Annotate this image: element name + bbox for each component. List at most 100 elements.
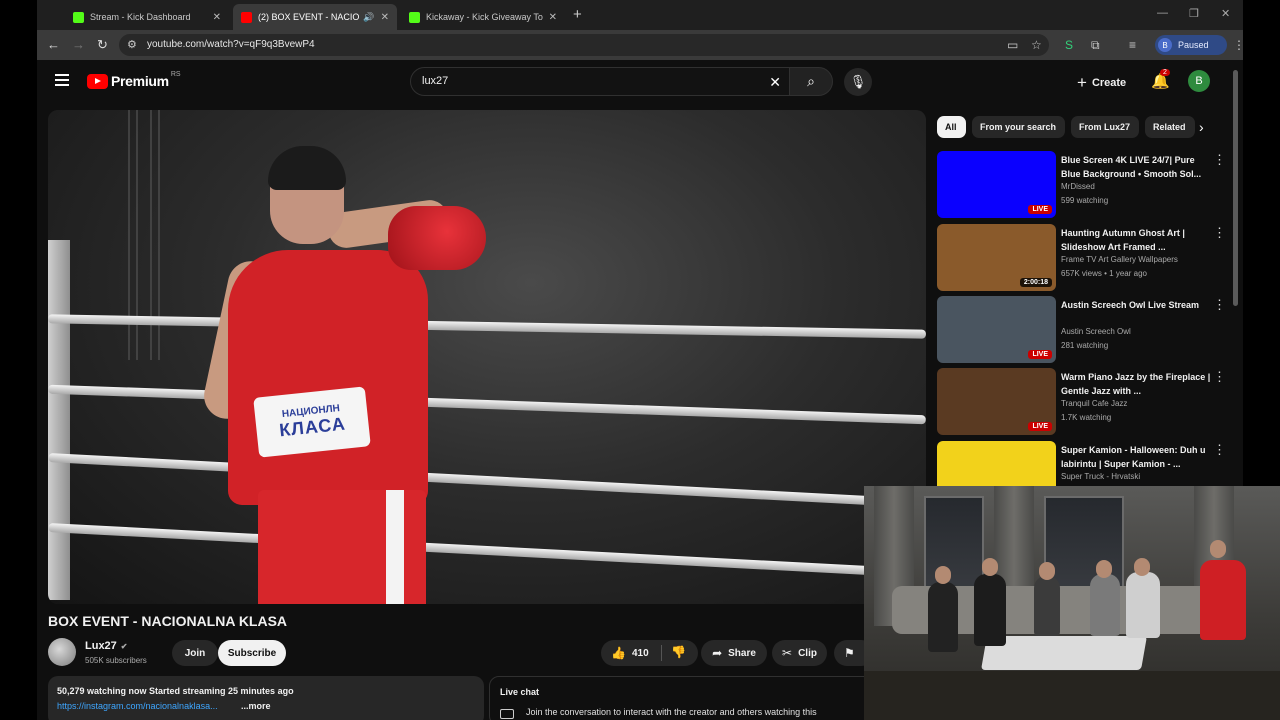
create-button[interactable]: + Create — [1077, 73, 1126, 93]
clear-search-icon[interactable]: ✕ — [769, 74, 781, 91]
person-head — [935, 566, 951, 584]
chat-icon — [500, 709, 514, 719]
ring-post — [48, 240, 70, 600]
minimize-icon[interactable]: — — [1157, 7, 1168, 19]
reload-icon[interactable]: ↻ — [97, 37, 108, 53]
recommended-video-title[interactable]: Haunting Autumn Ghost Art | Slideshow Ar… — [1061, 226, 1211, 254]
boxing-glove — [388, 206, 486, 270]
close-tab-icon[interactable]: ✕ — [549, 12, 557, 23]
plus-icon: + — [1077, 73, 1087, 92]
chevron-right-icon[interactable]: › — [1199, 119, 1204, 135]
recommended-video-channel[interactable]: Austin Screech Owl — [1061, 327, 1131, 336]
clip-button[interactable]: ✂ Clip — [772, 640, 827, 666]
video-player[interactable]: НАЦИОНЛН КЛАСА — [48, 110, 926, 604]
maximize-icon[interactable]: ❐ — [1189, 7, 1199, 20]
subscribe-button[interactable]: Subscribe — [218, 640, 286, 666]
person — [1034, 576, 1060, 636]
address-bar[interactable]: ⚙ youtube.com/watch?v=qF9q3BvewP4 — [119, 34, 1049, 56]
video-thumbnail[interactable]: LIVE — [937, 296, 1056, 363]
tab-kickaway[interactable]: Kickaway - Kick Giveaway Tool ✕ — [401, 4, 565, 30]
more-options-icon[interactable]: ⋮ — [1213, 152, 1226, 168]
bookmark-star-icon[interactable]: ☆ — [1031, 38, 1042, 52]
notifications-bell-icon[interactable]: 🔔 2 — [1151, 69, 1170, 90]
chip-from-lux27[interactable]: From Lux27 — [1071, 116, 1139, 138]
video-thumbnail[interactable]: LIVE — [937, 368, 1056, 435]
more-options-icon[interactable]: ⋮ — [1213, 369, 1226, 385]
recommended-video[interactable]: LIVE Austin Screech Owl Live Stream Austin… — [937, 296, 1232, 364]
search-button[interactable]: ⌕ — [789, 67, 833, 96]
region-code: RS — [170, 70, 181, 78]
recommended-video-channel[interactable]: Tranquil Cafe Jazz — [1061, 399, 1127, 408]
recommended-video-title[interactable]: Blue Screen 4K LIVE 24/7| Pure Blue Back… — [1061, 153, 1211, 181]
search-icon: ⌕ — [807, 73, 815, 89]
recommended-video-channel[interactable]: Super Truck - Hrvatski — [1061, 472, 1140, 481]
channel-name-link[interactable]: Lux27 ✔ — [85, 640, 128, 652]
hamburger-menu-icon[interactable] — [55, 74, 69, 89]
video-thumbnail[interactable]: LIVE — [937, 151, 1056, 218]
show-more-button[interactable]: ...more — [241, 701, 271, 711]
url-text[interactable]: youtube.com/watch?v=qF9q3BvewP4 — [147, 39, 315, 50]
media-controls-icon[interactable]: ≡ — [1129, 38, 1136, 52]
webcam-overlay — [864, 486, 1280, 720]
recommended-video[interactable]: LIVE Warm Piano Jazz by the Fireplace | G… — [937, 368, 1232, 436]
youtube-masthead: Premium RS lux27 ✕ ⌕ 🎙 + Create 🔔 2 B — [37, 60, 1243, 104]
person — [1090, 574, 1120, 636]
video-thumbnail[interactable]: 2:00:18 — [937, 224, 1056, 291]
more-options-icon[interactable]: ⋮ — [1213, 225, 1226, 241]
chip-from-your-search[interactable]: From your search — [972, 116, 1065, 138]
recommended-video-title[interactable]: Austin Screech Owl Live Stream — [1061, 298, 1211, 312]
share-label: Share — [728, 647, 756, 659]
forward-arrow-icon[interactable]: → — [72, 37, 85, 52]
more-options-icon[interactable]: ⋮ — [1213, 297, 1226, 313]
close-tab-icon[interactable]: ✕ — [213, 12, 221, 23]
recommended-video-channel[interactable]: MrDissed — [1061, 182, 1095, 191]
description-box[interactable]: 50,279 watching now Started streaming 25… — [48, 676, 484, 720]
kick-favicon-icon — [73, 11, 84, 23]
back-arrow-icon[interactable]: ← — [47, 37, 60, 52]
voice-search-button[interactable]: 🎙 — [844, 68, 872, 96]
channel-name: Lux27 — [85, 640, 117, 652]
recommended-video-title[interactable]: Warm Piano Jazz by the Fireplace | Gentl… — [1061, 370, 1211, 398]
cast-icon[interactable]: ▭ — [1007, 38, 1018, 52]
youtube-logo[interactable]: Premium RS — [87, 70, 181, 89]
like-button[interactable]: 👍 410 — [611, 646, 649, 660]
tab-youtube-video[interactable]: (2) BOX EVENT - NACIONAL 🔊 ✕ — [233, 4, 397, 30]
thumbs-down-icon[interactable]: 👎 — [671, 645, 686, 659]
extensions-puzzle-icon[interactable]: ⧉ — [1091, 38, 1100, 53]
channel-avatar[interactable] — [48, 638, 76, 666]
live-badge: LIVE — [1028, 205, 1052, 214]
chip-all[interactable]: All — [937, 116, 966, 138]
video-title: BOX EVENT - NACIONALNA KLASA — [48, 613, 288, 629]
person-head — [1039, 562, 1055, 580]
extension-s-icon[interactable]: S — [1065, 38, 1073, 52]
verified-check-icon: ✔ — [120, 642, 128, 651]
profile-paused-button[interactable]: B Paused — [1155, 35, 1227, 55]
browser-toolbar: ← → ↻ ⚙ youtube.com/watch?v=qF9q3BvewP4 … — [37, 30, 1245, 60]
boxer-shorts — [258, 490, 426, 604]
account-avatar[interactable]: B — [1188, 70, 1210, 92]
screen: Stream - Kick Dashboard ✕ (2) BOX EVENT … — [0, 0, 1280, 720]
speaker-icon[interactable]: 🔊 — [363, 12, 374, 23]
join-button[interactable]: Join — [172, 640, 218, 666]
recommended-video-channel[interactable]: Frame TV Art Gallery Wallpapers — [1061, 255, 1178, 264]
search-input[interactable]: lux27 ✕ — [410, 67, 790, 96]
site-info-icon[interactable]: ⚙ — [127, 38, 137, 51]
recommended-video-meta: 281 watching — [1061, 341, 1109, 350]
recommended-video[interactable]: 2:00:18 Haunting Autumn Ghost Art | Slide… — [937, 224, 1232, 292]
tab-kick-dashboard[interactable]: Stream - Kick Dashboard ✕ — [65, 4, 229, 30]
share-button[interactable]: ➦ Share — [701, 640, 767, 666]
logo-word: Premium — [111, 73, 169, 89]
chip-related[interactable]: Related — [1145, 116, 1195, 138]
description-link[interactable]: https://instagram.com/nacionalnaklasa... — [57, 701, 218, 711]
recommended-video-meta: 599 watching — [1061, 196, 1109, 205]
new-tab-button[interactable]: + — [573, 6, 582, 23]
more-options-icon[interactable]: ⋮ — [1213, 442, 1226, 458]
browser-menu-icon[interactable]: ⋮ — [1233, 38, 1245, 52]
jersey-logo: НАЦИОНЛН КЛАСА — [253, 386, 371, 458]
recommended-video[interactable]: LIVE Blue Screen 4K LIVE 24/7| Pure Blue … — [937, 151, 1232, 219]
page-scrollbar[interactable] — [1233, 70, 1238, 306]
close-tab-icon[interactable]: ✕ — [381, 12, 389, 23]
close-window-icon[interactable]: ✕ — [1221, 7, 1230, 20]
recommended-video-title[interactable]: Super Kamion - Halloween: Duh u labirint… — [1061, 443, 1211, 471]
person — [928, 582, 958, 652]
